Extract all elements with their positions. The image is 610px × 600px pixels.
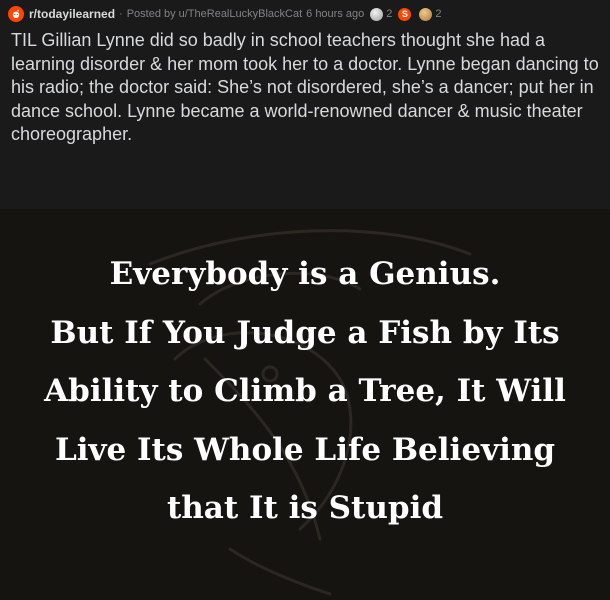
- helpful-award-icon: S: [398, 7, 412, 21]
- post-image[interactable]: Everybody is a Genius. But If You Judge …: [0, 209, 610, 600]
- award-count: 2: [435, 8, 442, 20]
- award-count: 2: [386, 8, 393, 20]
- silver-award-icon: [370, 7, 384, 21]
- quote-line: Live Its Whole Life Believing: [54, 431, 556, 468]
- quote-line: that It is Stupid: [166, 490, 444, 526]
- award-wholesome[interactable]: 2: [419, 7, 442, 21]
- subreddit-icon[interactable]: [8, 6, 24, 22]
- quote-line: Everybody is a Genius.: [109, 256, 501, 292]
- subreddit-link[interactable]: r/todayilearned: [29, 7, 115, 21]
- post-time: 6 hours ago: [306, 8, 365, 20]
- award-silver[interactable]: 2: [370, 7, 393, 21]
- quote-line: Ability to Climb a Tree, It Will: [44, 373, 566, 409]
- author-link[interactable]: u/TheRealLuckyBlackCat: [179, 8, 303, 20]
- post-header: r/todayilearned · Posted by u/TheRealLuc…: [0, 0, 610, 209]
- award-helpful[interactable]: S: [398, 7, 413, 21]
- post-title[interactable]: TIL Gillian Lynne did so badly in school…: [11, 29, 607, 147]
- meta-separator: ·: [119, 8, 123, 20]
- posted-by-label: Posted by: [126, 8, 176, 20]
- quote-line: But If You Judge a Fish by Its: [50, 314, 560, 351]
- quote-text: Everybody is a Genius. But If You Judge …: [0, 245, 610, 538]
- wholesome-award-icon: [419, 7, 433, 21]
- post-meta: r/todayilearned · Posted by u/TheRealLuc…: [8, 5, 602, 23]
- reddit-post: r/todayilearned · Posted by u/TheRealLuc…: [0, 0, 610, 600]
